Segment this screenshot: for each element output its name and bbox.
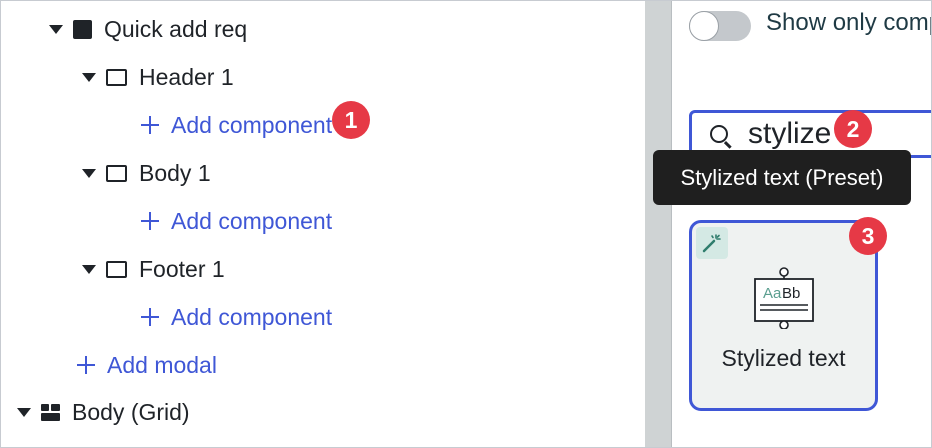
- show-only-compatible-toggle[interactable]: [689, 11, 751, 41]
- tree-item-quick-add[interactable]: Quick add req: [49, 9, 247, 49]
- stylized-text-icon: Aa Bb: [754, 267, 814, 329]
- component-picker-panel: Show only compatible stylize Aa B: [672, 1, 931, 447]
- panel-resize-handle[interactable]: [645, 1, 672, 447]
- add-component-label: Add component: [171, 303, 333, 330]
- search-icon: [710, 125, 728, 143]
- tree-item-label: Header 1: [139, 63, 234, 90]
- tree-item-label: Body 1: [139, 159, 211, 186]
- caret-down-icon[interactable]: [82, 264, 96, 274]
- plus-icon: [77, 356, 95, 374]
- add-component-body-button[interactable]: Add component: [141, 201, 332, 241]
- tree-item-body[interactable]: Body 1: [82, 153, 211, 193]
- step-badge-1: 1: [332, 101, 370, 139]
- add-modal-button[interactable]: Add modal: [77, 345, 217, 385]
- layout-tree: Quick add req Header 1 Add component 1 B…: [1, 1, 645, 447]
- tree-item-label: Footer 1: [139, 255, 225, 282]
- stylized-text-component-card[interactable]: Aa Bb Stylized text: [689, 220, 878, 411]
- component-tooltip: Stylized text (Preset): [653, 150, 911, 205]
- caret-down-icon[interactable]: [49, 24, 63, 34]
- toggle-label: Show only compatible: [766, 9, 931, 36]
- add-modal-label: Add modal: [107, 351, 217, 378]
- filled-square-icon: [73, 19, 92, 39]
- tree-item-label: Quick add req: [104, 15, 248, 42]
- tree-item-label: Body (Grid): [72, 398, 190, 425]
- caret-down-icon[interactable]: [82, 168, 96, 178]
- plus-icon: [141, 308, 159, 326]
- tree-item-footer[interactable]: Footer 1: [82, 249, 225, 289]
- plus-icon: [141, 212, 159, 230]
- step-badge-2: 2: [834, 110, 872, 148]
- magic-wand-icon: [696, 227, 728, 259]
- window: Quick add req Header 1 Add component 1 B…: [0, 0, 932, 448]
- toggle-knob: [689, 11, 719, 41]
- caret-down-icon[interactable]: [82, 72, 96, 82]
- component-card-title: Stylized text: [721, 345, 846, 371]
- preview-text-bb: Bb: [782, 285, 800, 302]
- add-component-header-button[interactable]: Add component: [141, 105, 337, 145]
- step-badge-3: 3: [849, 217, 887, 255]
- outline-square-icon: [106, 164, 127, 182]
- tree-item-body-grid[interactable]: Body (Grid): [17, 392, 190, 432]
- search-value: stylize: [748, 117, 832, 150]
- plus-icon: [141, 116, 159, 134]
- add-component-label: Add component: [171, 207, 333, 234]
- add-component-label: Add component: [171, 111, 333, 138]
- caret-down-icon[interactable]: [17, 407, 31, 417]
- tree-item-header[interactable]: Header 1: [82, 57, 234, 97]
- add-component-footer-button[interactable]: Add component: [141, 297, 332, 337]
- preview-text-aa: Aa: [763, 285, 782, 302]
- outline-square-icon: [106, 260, 127, 278]
- outline-square-icon: [106, 68, 127, 86]
- grid-layout-icon: [41, 403, 60, 421]
